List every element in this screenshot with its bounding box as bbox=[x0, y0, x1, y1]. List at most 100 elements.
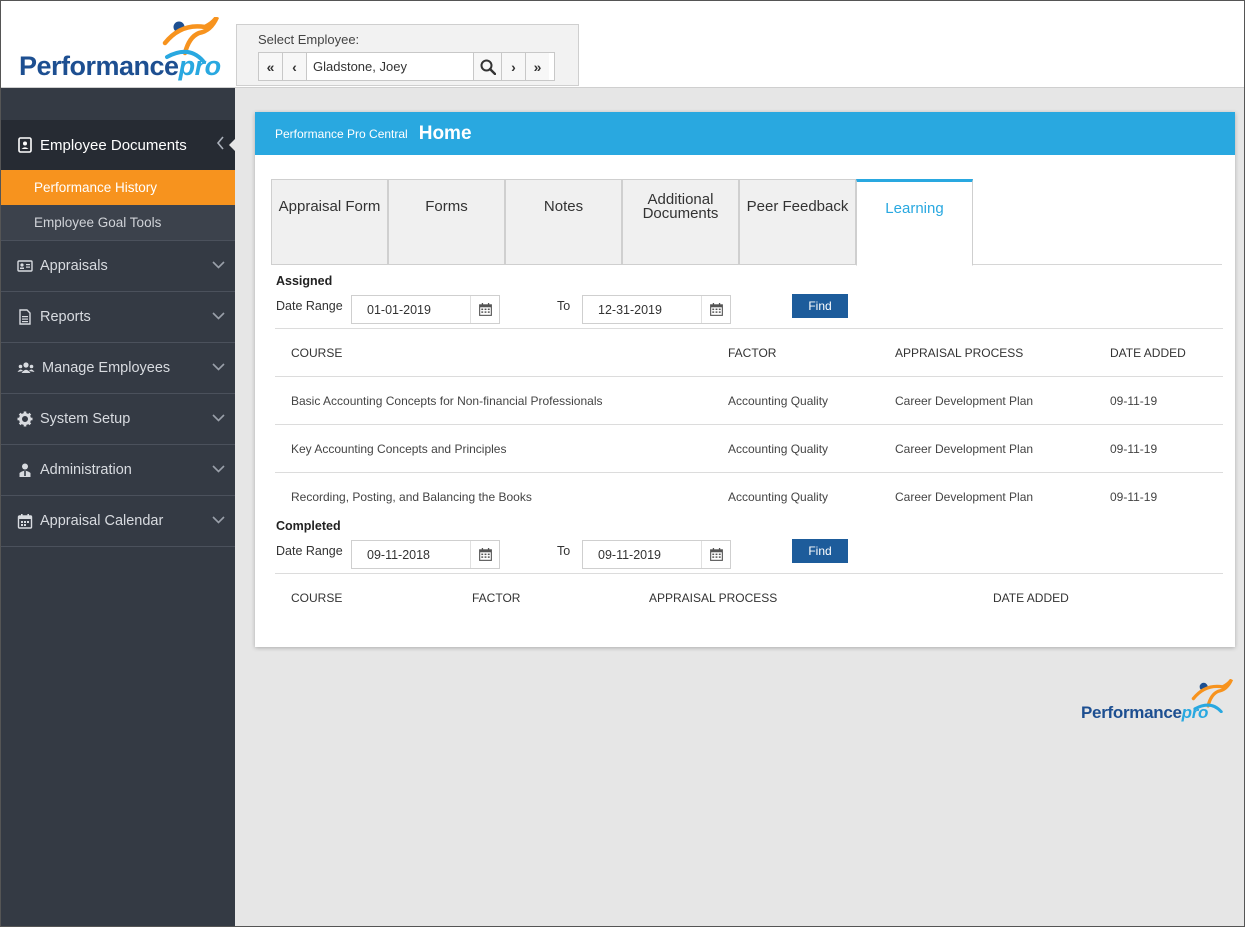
chevron-down-icon bbox=[212, 461, 225, 477]
cell-appraisal-process: Career Development Plan bbox=[895, 442, 1034, 456]
tab-peer-feedback[interactable]: Peer Feedback bbox=[739, 179, 856, 265]
assigned-find-button[interactable]: Find bbox=[792, 294, 848, 318]
completed-to-calendar-button[interactable] bbox=[701, 541, 730, 568]
sidebar-item-employee-documents[interactable]: Employee Documents bbox=[1, 120, 236, 170]
tab-bar: Appraisal Form Forms Notes Additional Do… bbox=[271, 179, 1222, 266]
brand-wordmark: Performancepro bbox=[19, 51, 221, 81]
sidebar-item-system-setup[interactable]: System Setup bbox=[1, 394, 235, 445]
cell-date-added: 09-11-19 bbox=[1110, 490, 1158, 504]
sidebar-item-reports[interactable]: Reports bbox=[1, 292, 235, 343]
sidebar-item-label: Employee Documents bbox=[40, 136, 187, 154]
brand-logo[interactable]: Performancepro bbox=[19, 17, 221, 81]
collapse-arrow bbox=[229, 138, 236, 152]
tab-learning[interactable]: Learning bbox=[856, 179, 973, 266]
footer-brand-wordmark: Performancepro bbox=[1081, 703, 1209, 722]
sidebar-item-label: Manage Employees bbox=[42, 360, 171, 376]
id-card-icon bbox=[17, 260, 33, 272]
assigned-col-date-added: DATE ADDED bbox=[1110, 346, 1186, 360]
tab-label: Documents bbox=[642, 205, 719, 222]
assigned-col-appraisal-process: APPRAISAL PROCESS bbox=[895, 346, 1024, 360]
assigned-from-calendar-button[interactable] bbox=[470, 296, 499, 323]
next-employee-button[interactable]: › bbox=[501, 53, 525, 80]
gear-icon bbox=[17, 411, 33, 427]
tab-notes[interactable]: Notes bbox=[505, 179, 622, 265]
assigned-to-calendar-button[interactable] bbox=[701, 296, 730, 323]
completed-date-range-label: Date Range bbox=[276, 544, 343, 558]
employee-selector-controls: « ‹ › » bbox=[258, 52, 555, 81]
page-title: Home bbox=[418, 122, 472, 144]
assigned-col-course: COURSE bbox=[291, 346, 343, 360]
completed-col-factor: FACTOR bbox=[472, 591, 521, 605]
completed-to-label: To bbox=[557, 544, 571, 558]
cell-appraisal-process: Career Development Plan bbox=[895, 394, 1034, 408]
sidebar-item-label: System Setup bbox=[40, 411, 131, 427]
tab-label: Forms bbox=[425, 198, 468, 215]
assigned-from-date-input[interactable] bbox=[352, 296, 470, 323]
admin-icon bbox=[19, 463, 31, 477]
cell-factor: Accounting Quality bbox=[728, 394, 829, 408]
completed-from-calendar-button[interactable] bbox=[470, 541, 499, 568]
assigned-from-date-field bbox=[351, 295, 500, 324]
chevron-down-icon bbox=[212, 308, 225, 324]
completed-to-date-input[interactable] bbox=[583, 541, 701, 568]
cell-appraisal-process: Career Development Plan bbox=[895, 490, 1034, 504]
completed-from-date-field bbox=[351, 540, 500, 569]
chevron-down-icon bbox=[212, 359, 225, 375]
users-icon bbox=[17, 362, 35, 373]
calendar-icon bbox=[709, 548, 723, 561]
assigned-to-date-input[interactable] bbox=[583, 296, 701, 323]
tab-label: Peer Feedback bbox=[746, 198, 849, 215]
tab-label: Appraisal Form bbox=[278, 198, 381, 215]
sidebar-item-manage-employees[interactable]: Manage Employees bbox=[1, 343, 235, 394]
cell-course: Basic Accounting Concepts for Non-financ… bbox=[291, 394, 603, 408]
sidebar-item-appraisal-calendar[interactable]: Appraisal Calendar bbox=[1, 496, 235, 547]
completed-col-course: COURSE bbox=[291, 591, 343, 605]
divider bbox=[275, 573, 1223, 574]
employee-selector: Select Employee: « ‹ › » bbox=[236, 24, 579, 86]
main-panel: Performance Pro Central Home Appraisal F… bbox=[255, 112, 1235, 647]
calendar-icon bbox=[709, 303, 723, 316]
assigned-date-range-label: Date Range bbox=[276, 299, 343, 313]
completed-from-date-input[interactable] bbox=[352, 541, 470, 568]
calendar-icon bbox=[17, 514, 33, 529]
last-employee-button[interactable]: » bbox=[525, 53, 549, 80]
panel-subtitle: Performance Pro Central bbox=[275, 126, 408, 141]
chevron-down-icon bbox=[212, 410, 225, 426]
cell-date-added: 09-11-19 bbox=[1110, 394, 1158, 408]
sidebar: Employee Documents Performance History E… bbox=[1, 88, 236, 926]
first-employee-button[interactable]: « bbox=[259, 53, 283, 80]
chevron-down-icon bbox=[212, 512, 225, 528]
chevron-left-icon bbox=[216, 136, 225, 153]
sidebar-subitem-goal-tools[interactable]: Employee Goal Tools bbox=[1, 205, 235, 241]
tab-label: Learning bbox=[885, 199, 944, 217]
cell-factor: Accounting Quality bbox=[728, 442, 829, 456]
cell-course: Recording, Posting, and Balancing the Bo… bbox=[291, 490, 532, 504]
tab-label: Notes bbox=[543, 198, 584, 215]
sidebar-item-appraisals[interactable]: Appraisals bbox=[1, 241, 235, 292]
employee-input[interactable] bbox=[307, 53, 473, 80]
completed-find-button[interactable]: Find bbox=[792, 539, 848, 563]
tab-forms[interactable]: Forms bbox=[388, 179, 505, 265]
sidebar-item-administration[interactable]: Administration bbox=[1, 445, 235, 496]
top-header: Performancepro Select Employee: « ‹ › » bbox=[1, 1, 1244, 88]
employee-selector-label: Select Employee: bbox=[258, 32, 360, 47]
tab-additional-documents[interactable]: Additional Documents bbox=[622, 179, 739, 265]
contact-icon bbox=[18, 137, 32, 153]
prev-employee-button[interactable]: ‹ bbox=[283, 53, 307, 80]
sidebar-item-label: Appraisal Calendar bbox=[40, 513, 164, 529]
divider bbox=[275, 472, 1223, 473]
tab-appraisal-form[interactable]: Appraisal Form bbox=[271, 179, 388, 265]
sidebar-subitem-performance-history[interactable]: Performance History bbox=[1, 170, 235, 205]
search-icon bbox=[480, 59, 496, 75]
divider bbox=[275, 376, 1223, 377]
divider bbox=[275, 328, 1223, 329]
panel-header: Performance Pro Central Home bbox=[255, 112, 1235, 155]
search-button[interactable] bbox=[473, 53, 501, 80]
document-icon bbox=[19, 309, 31, 325]
assigned-to-label: To bbox=[557, 299, 571, 313]
calendar-icon bbox=[478, 548, 492, 561]
chevron-down-icon bbox=[212, 257, 225, 273]
assigned-section-title: Assigned bbox=[276, 274, 333, 288]
sidebar-item-label: Administration bbox=[40, 462, 132, 478]
sidebar-item-label: Reports bbox=[40, 309, 91, 325]
